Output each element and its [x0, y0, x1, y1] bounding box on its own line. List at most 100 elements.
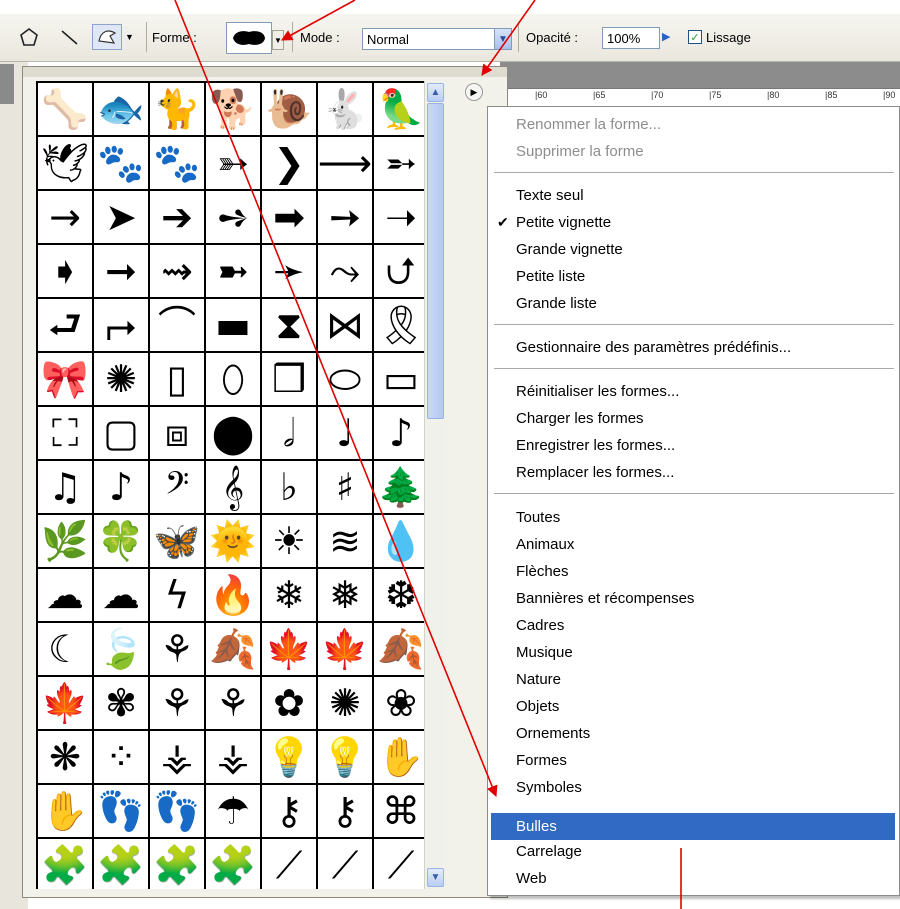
dots-icon[interactable]: ⁘ — [94, 731, 148, 783]
frame-oval-icon[interactable]: ⬯ — [206, 353, 260, 405]
ribbon-icon[interactable]: 🎀 — [38, 353, 92, 405]
arrow-feathered-icon[interactable]: ➵ — [374, 137, 424, 189]
branch-1-icon[interactable]: ⚘ — [150, 677, 204, 729]
arrow-feather-icon[interactable]: ➳ — [206, 137, 260, 189]
menu-item-texte-seul[interactable]: Texte seul — [516, 184, 584, 208]
scroll-up-button[interactable]: ▲ — [427, 83, 444, 102]
menu-item-formes[interactable]: Formes — [516, 749, 567, 773]
grass-2-icon[interactable]: ⚶ — [206, 731, 260, 783]
flower-2-icon[interactable]: ✿ — [262, 677, 316, 729]
bone-icon[interactable]: 🦴 — [38, 83, 92, 135]
flower-1-icon[interactable]: ✾ — [94, 677, 148, 729]
arrow-tail-icon[interactable]: ➝ — [374, 191, 424, 243]
moon-icon[interactable]: ☾ — [38, 623, 92, 675]
menu-item-ornements[interactable]: Ornements — [516, 722, 590, 746]
banner-icon[interactable]: ▬ — [206, 299, 260, 351]
lightbulb-outline-icon[interactable]: 💡 — [318, 731, 372, 783]
key-1-icon[interactable]: ⚷ — [262, 785, 316, 837]
shape-grid-scrollbar[interactable]: ▲ ▼ — [424, 81, 446, 889]
scroll-thumb[interactable] — [427, 103, 444, 419]
menu-item-remplacer-les-formes[interactable]: Remplacer les formes... — [516, 461, 674, 485]
lightning-icon[interactable]: ϟ — [150, 569, 204, 621]
menu-item-charger-les-formes[interactable]: Charger les formes — [516, 407, 644, 431]
butterfly-icon[interactable]: 🦋 — [150, 515, 204, 567]
menu-item-grande-liste[interactable]: Grande liste — [516, 292, 597, 316]
opacity-input[interactable]: 100% — [602, 27, 660, 49]
pen-1-icon[interactable]: ⟋ — [262, 839, 316, 889]
eighth-note-icon[interactable]: ♪ — [374, 407, 424, 459]
arrow-bold-icon[interactable]: ➔ — [150, 191, 204, 243]
puzzle-3-icon[interactable]: 🧩 — [150, 839, 204, 889]
cloud-outline-icon[interactable]: ☁ — [94, 569, 148, 621]
mode-select-arrow-icon[interactable]: ▼ — [494, 28, 512, 50]
circle-thick-icon[interactable]: ⬤ — [206, 407, 260, 459]
shape-preview-swatch[interactable] — [226, 22, 272, 54]
arrow-long-icon[interactable]: ➙ — [318, 191, 372, 243]
half-note-icon[interactable]: 𝅗𝅥 — [262, 407, 316, 459]
sun-icon[interactable]: ☀ — [262, 515, 316, 567]
bird-icon[interactable]: 🦜 — [374, 83, 424, 135]
clover-icon[interactable]: 🍀 — [94, 515, 148, 567]
dove-icon[interactable]: 🕊 — [38, 137, 92, 189]
frame-ornate-icon[interactable]: ❒ — [262, 353, 316, 405]
banner-arc-icon[interactable]: ⌒ — [150, 299, 204, 351]
grass-icon[interactable]: ⚶ — [150, 731, 204, 783]
banner-wide-icon[interactable]: ⧗ — [262, 299, 316, 351]
chevron-icon[interactable]: ❯ — [262, 137, 316, 189]
arrow-hair-icon[interactable]: ➛ — [262, 245, 316, 297]
menu-item-fleches[interactable]: Flèches — [516, 560, 569, 584]
pen-2-icon[interactable]: ⟋ — [318, 839, 372, 889]
leaf-2-icon[interactable]: 🍂 — [206, 623, 260, 675]
frame-rough-icon[interactable]: ▢ — [94, 407, 148, 459]
arrowhead-icon[interactable]: ➤ — [94, 191, 148, 243]
quarter-note-icon[interactable]: ♩ — [318, 407, 372, 459]
snowflake-2-icon[interactable]: ❅ — [318, 569, 372, 621]
eighth-note-2-icon[interactable]: ♪ — [94, 461, 148, 513]
pen-3-icon[interactable]: ⟋ — [374, 839, 424, 889]
menu-item-petite-vignette[interactable]: Petite vignette — [516, 211, 611, 235]
puzzle-4-icon[interactable]: 🧩 — [206, 839, 260, 889]
tree-icon[interactable]: 🌲 — [374, 461, 424, 513]
arrow-thin-icon[interactable]: ⟶ — [318, 137, 372, 189]
leaf-4-icon[interactable]: 🍂 — [374, 623, 424, 675]
snowflake-1-icon[interactable]: ❄ — [262, 569, 316, 621]
fish-icon[interactable]: 🐟 — [94, 83, 148, 135]
snowflake-3-icon[interactable]: ❆ — [374, 569, 424, 621]
arrow-notched-icon[interactable]: ➼ — [206, 245, 260, 297]
shape-picker-dropdown-button[interactable]: ▼ — [272, 30, 284, 50]
maple-leaf-icon[interactable]: 🍁 — [318, 623, 372, 675]
key-2-icon[interactable]: ⚷ — [318, 785, 372, 837]
hand-2-icon[interactable]: ✋ — [38, 785, 92, 837]
treble-clef-icon[interactable]: 𝄞 — [206, 461, 260, 513]
frame-wavy-icon[interactable]: ⛶ — [38, 407, 92, 459]
menu-item-symboles[interactable]: Symboles — [516, 776, 582, 800]
arrow-curve-icon[interactable]: ⮐ — [38, 299, 92, 351]
seal-icon[interactable]: ✺ — [94, 353, 148, 405]
menu-item-cadres[interactable]: Cadres — [516, 614, 564, 638]
sun-swirl-icon[interactable]: 🌞 — [206, 515, 260, 567]
footprint-right-icon[interactable]: 👣 — [150, 785, 204, 837]
menu-item-musique[interactable]: Musique — [516, 641, 573, 665]
arrow-block-icon[interactable]: ➡ — [262, 191, 316, 243]
rabbit-icon[interactable]: 🐇 — [318, 83, 372, 135]
dog-icon[interactable]: 🐕 — [206, 83, 260, 135]
menu-item-animaux[interactable]: Animaux — [516, 533, 574, 557]
arrow-pentagon-icon[interactable]: ➧ — [38, 245, 92, 297]
flat-icon[interactable]: ♭ — [262, 461, 316, 513]
arrow-turn-icon[interactable]: ⮣ — [94, 299, 148, 351]
footprint-left-icon[interactable]: 👣 — [94, 785, 148, 837]
banner-bow-icon[interactable]: ⋈ — [318, 299, 372, 351]
arrow-wave-icon[interactable]: ⇝ — [150, 245, 204, 297]
scroll-down-button[interactable]: ▼ — [427, 868, 444, 887]
menu-item-enregistrer-les-formes[interactable]: Enregistrer les formes... — [516, 434, 675, 458]
cat-icon[interactable]: 🐈 — [150, 83, 204, 135]
arrow-heavy-icon[interactable]: ➞ — [94, 245, 148, 297]
puzzle-2-icon[interactable]: 🧩 — [94, 839, 148, 889]
frame-tall-icon[interactable]: ▯ — [150, 353, 204, 405]
puzzle-1-icon[interactable]: 🧩 — [38, 839, 92, 889]
menu-item-bannieres-et-recompenses[interactable]: Bannières et récompenses — [516, 587, 694, 611]
arrow-striped-icon[interactable]: ➺ — [206, 191, 260, 243]
arrow-uturn-icon[interactable]: ⮍ — [374, 245, 424, 297]
menu-item-objets[interactable]: Objets — [516, 695, 559, 719]
menu-item-reinitialiser-les-formes[interactable]: Réinitialiser les formes... — [516, 380, 679, 404]
